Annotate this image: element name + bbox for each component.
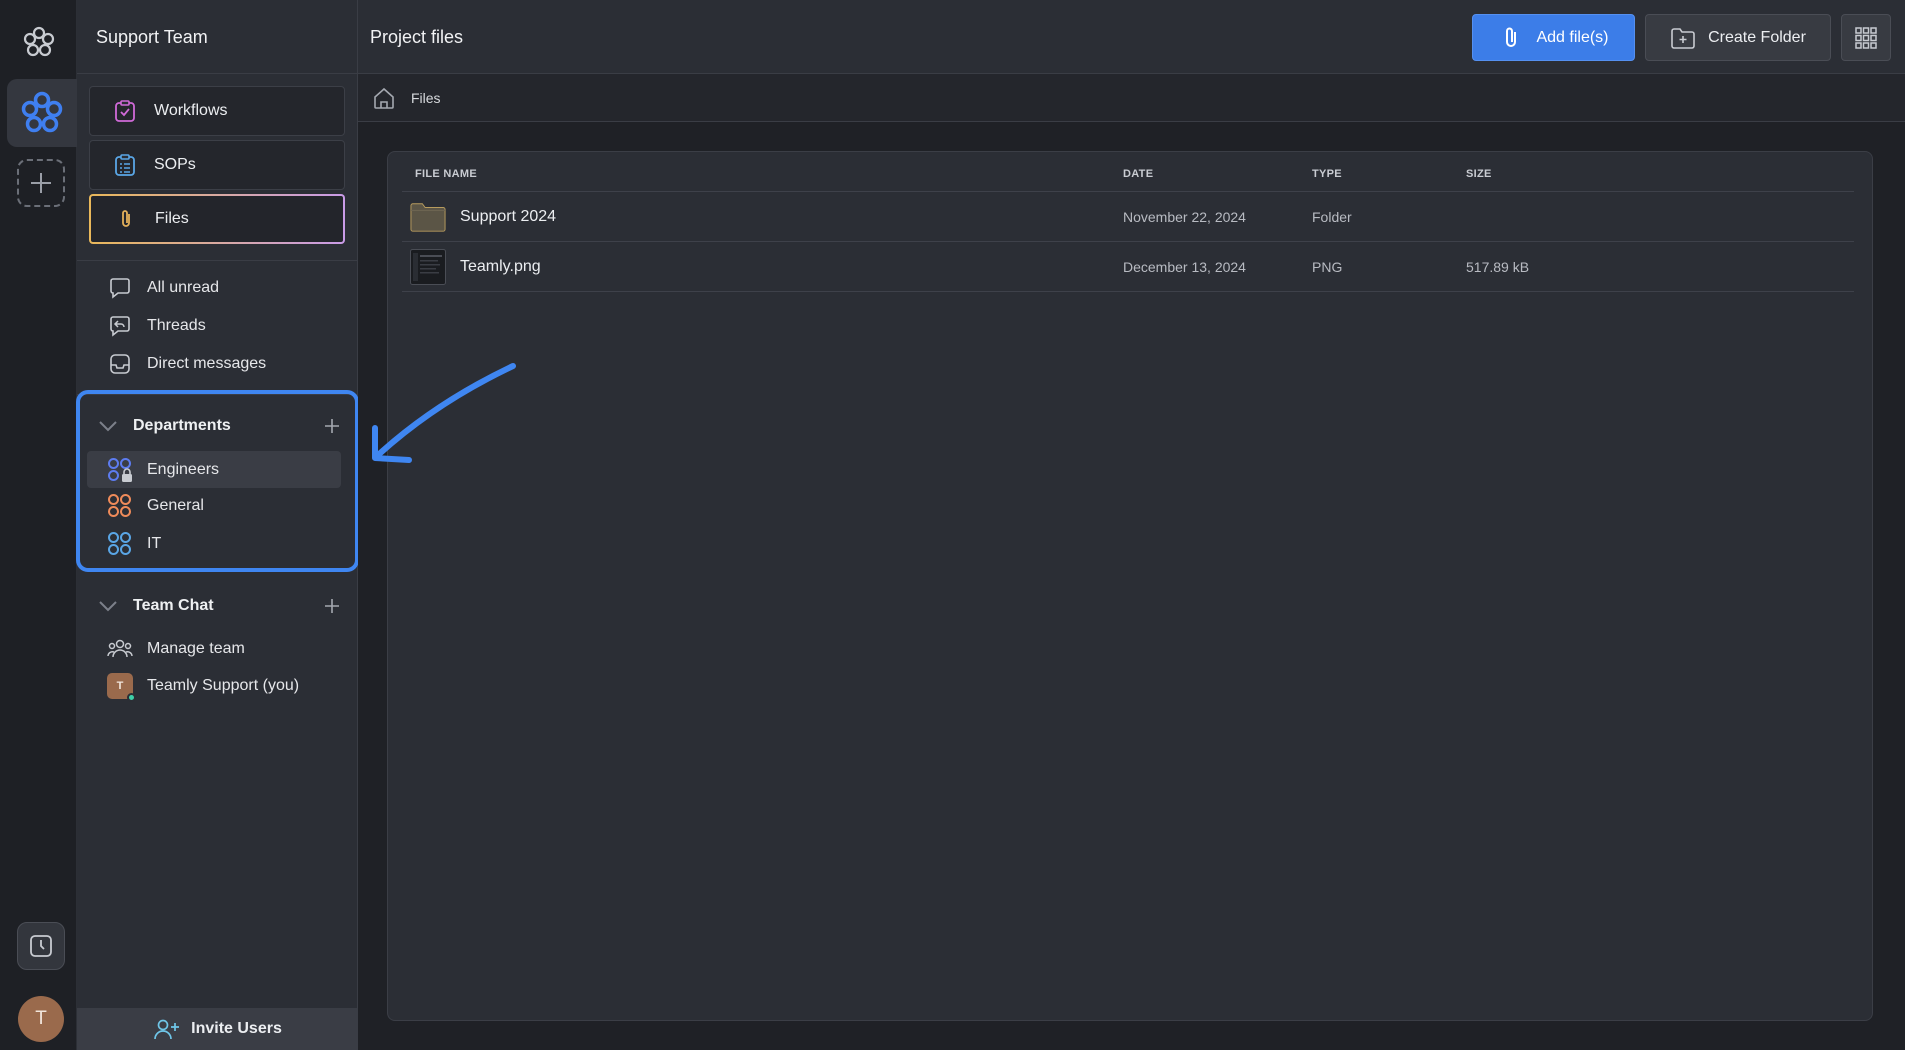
workspace-rail: T [0, 0, 77, 1050]
clock-icon [30, 935, 52, 957]
page-title: Project files [370, 27, 464, 47]
divider [77, 260, 358, 261]
history-button[interactable] [17, 922, 65, 970]
file-name: Teamly.png [460, 258, 541, 275]
table-header: FILE NAME DATE TYPE SIZE [402, 152, 1854, 192]
workspace-button-active[interactable] [7, 79, 77, 147]
sidebar-item-label: Teamly Support (you) [147, 677, 300, 694]
file-type: Folder [1312, 209, 1352, 225]
breadcrumb-files[interactable]: Files [411, 90, 441, 106]
paperclip-icon [113, 206, 139, 232]
table-row[interactable]: Teamly.png December 13, 2024 PNG 517.89 … [402, 242, 1854, 292]
file-date: November 22, 2024 [1123, 209, 1246, 225]
reply-icon [107, 313, 133, 339]
folder-icon [410, 199, 446, 235]
invite-users-label: Invite Users [191, 1020, 282, 1037]
nav-label: Workflows [154, 102, 228, 119]
column-header-size[interactable]: SIZE [1466, 168, 1492, 180]
sidebar-item-manage-team[interactable]: Manage team [89, 632, 349, 666]
grid-icon [1855, 26, 1877, 49]
clipboard-check-icon [112, 98, 138, 124]
sidebar-item-label: Threads [147, 317, 206, 334]
sidebar-item-teamly-support[interactable]: T Teamly Support (you) [89, 669, 349, 703]
user-avatar[interactable]: T [18, 996, 64, 1042]
sidebar-item-label: All unread [147, 279, 220, 296]
add-files-button[interactable]: Add file(s) [1472, 14, 1635, 61]
workspace-logo-icon [21, 91, 63, 133]
inbox-icon [107, 351, 133, 377]
team-name: Support Team [96, 27, 208, 47]
sidebar-item-all-unread[interactable]: All unread [89, 271, 349, 305]
app-logo-icon[interactable] [22, 25, 56, 59]
file-name: Support 2024 [460, 208, 557, 225]
online-status-dot [127, 693, 136, 702]
files-table-panel: FILE NAME DATE TYPE SIZE Support 2024 No… [387, 151, 1873, 1021]
grid-view-button[interactable] [1841, 14, 1891, 61]
invite-users-button[interactable]: Invite Users [77, 1008, 358, 1050]
departments-highlight-box [76, 390, 359, 572]
nav-label: Files [155, 210, 189, 227]
section-team-chat[interactable]: Team Chat [89, 591, 349, 621]
column-header-file-name[interactable]: FILE NAME [415, 168, 477, 180]
home-icon[interactable] [371, 85, 397, 111]
avatar-initial: T [35, 1008, 47, 1029]
column-header-type[interactable]: TYPE [1312, 168, 1342, 180]
nav-workflows-button[interactable]: Workflows [89, 86, 345, 136]
nav-label: SOPs [154, 156, 196, 173]
add-chat-icon[interactable] [319, 593, 345, 619]
column-header-date[interactable]: DATE [1123, 168, 1153, 180]
chevron-down-icon[interactable] [95, 593, 121, 619]
table-row[interactable]: Support 2024 November 22, 2024 Folder [402, 192, 1854, 242]
sidebar-item-label: Direct messages [147, 355, 267, 372]
plus-icon [31, 173, 51, 193]
paperclip-icon [1498, 25, 1524, 51]
main-content: Project files Add file(s) Create Folder [358, 0, 1905, 1050]
folder-plus-icon [1670, 25, 1696, 51]
divider [77, 73, 358, 74]
topbar: Project files Add file(s) Create Folder [358, 0, 1905, 74]
add-files-label: Add file(s) [1536, 28, 1609, 46]
chat-bubble-icon [107, 275, 133, 301]
sidebar-item-label: Manage team [147, 640, 245, 657]
create-folder-label: Create Folder [1708, 28, 1806, 46]
add-workspace-button[interactable] [17, 159, 65, 207]
file-type: PNG [1312, 259, 1343, 275]
create-folder-button[interactable]: Create Folder [1645, 14, 1831, 61]
user-avatar: T [107, 673, 136, 702]
image-thumbnail [410, 249, 446, 285]
nav-files-button[interactable]: Files [89, 194, 345, 244]
clipboard-list-icon [112, 152, 138, 178]
add-user-icon [153, 1016, 181, 1042]
section-label: Team Chat [133, 597, 214, 614]
people-icon [107, 636, 133, 662]
breadcrumb: Files [358, 74, 1905, 122]
file-date: December 13, 2024 [1123, 259, 1246, 275]
nav-sops-button[interactable]: SOPs [89, 140, 345, 190]
file-size: 517.89 kB [1466, 259, 1530, 275]
sidebar-item-direct-messages[interactable]: Direct messages [89, 347, 349, 381]
sidebar-item-threads[interactable]: Threads [89, 309, 349, 343]
